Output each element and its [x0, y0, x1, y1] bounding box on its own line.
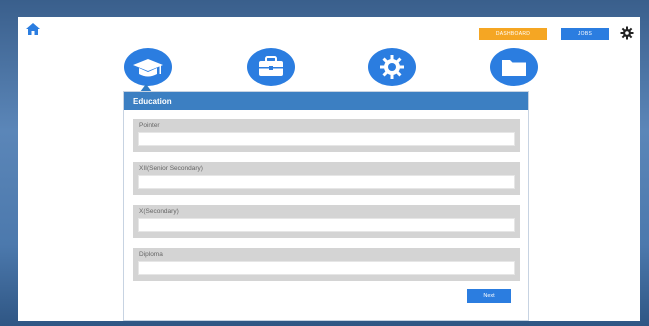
next-button[interactable]: Next [467, 289, 511, 303]
secondary-input[interactable] [138, 218, 515, 232]
diploma-label: Diploma [139, 251, 163, 258]
pointer-label: Pointer [139, 122, 160, 129]
step-skills[interactable] [368, 48, 416, 86]
senior-secondary-label: XII(Senior Secondary) [139, 165, 203, 172]
step-experience[interactable] [247, 48, 295, 86]
folder-icon [490, 48, 538, 86]
top-bar: DASHBOARD JOBS [18, 17, 640, 53]
step-education[interactable] [124, 48, 172, 86]
pointer-field-group: Pointer [133, 119, 520, 152]
secondary-field-group: X(Secondary) [133, 205, 520, 238]
pointer-input[interactable] [138, 132, 515, 146]
diploma-input[interactable] [138, 261, 515, 275]
jobs-button[interactable]: JOBS [561, 28, 609, 40]
dashboard-button[interactable]: DASHBOARD [479, 28, 547, 40]
graduation-cap-icon [124, 48, 172, 86]
step-documents[interactable] [490, 48, 538, 86]
gear-icon [368, 48, 416, 86]
panel-title: Education [124, 92, 528, 110]
diploma-field-group: Diploma [133, 248, 520, 281]
secondary-label: X(Secondary) [139, 208, 179, 215]
senior-secondary-input[interactable] [138, 175, 515, 189]
app-window: DASHBOARD JOBS Education Pointer XII(Sen… [18, 17, 640, 321]
briefcase-icon [247, 48, 295, 86]
senior-secondary-field-group: XII(Senior Secondary) [133, 162, 520, 195]
gear-icon[interactable] [620, 26, 634, 40]
education-panel: Education Pointer XII(Senior Secondary) … [123, 91, 529, 321]
home-icon[interactable] [26, 22, 40, 35]
